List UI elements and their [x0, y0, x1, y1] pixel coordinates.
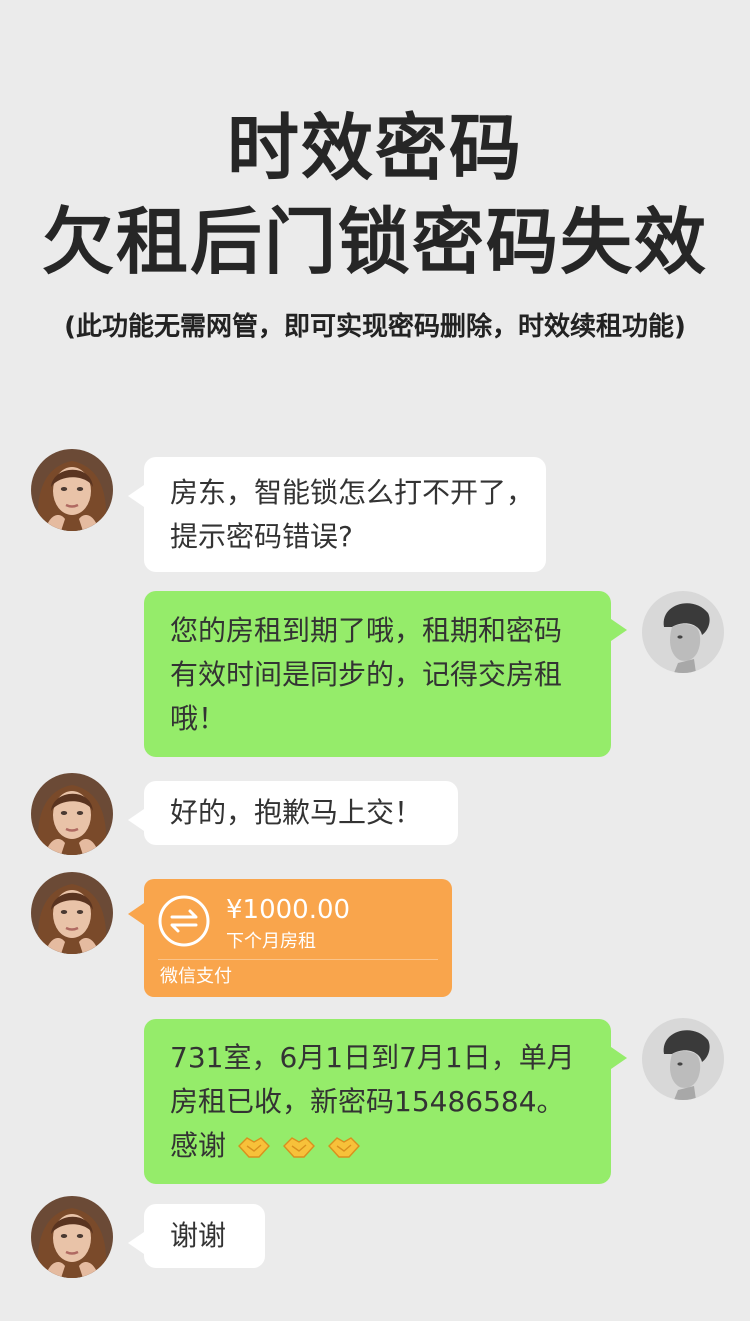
landlord-avatar[interactable]: [642, 1018, 724, 1100]
payment-brand: 微信支付: [160, 966, 232, 987]
message-line: 谢谢: [170, 1219, 227, 1252]
message-line: 房东，智能锁怎么打不开了，: [170, 476, 535, 509]
handshake-icon: [282, 1134, 316, 1160]
headline-line-2: 欠租后门锁密码失效: [41, 200, 708, 284]
message-bubble-1[interactable]: 房东，智能锁怎么打不开了， 提示密码错误?: [128, 457, 546, 572]
tenant-avatar[interactable]: [31, 449, 113, 531]
message-bubble-2[interactable]: 您的房租到期了哦，租期和密码 有效时间是同步的，记得交房租 哦！: [144, 591, 627, 757]
tenant-avatar[interactable]: [31, 1196, 113, 1278]
handshake-icon: [327, 1134, 361, 1160]
transfer-icon: [158, 895, 210, 947]
message-line: 房租已收，新密码15486584。: [170, 1085, 565, 1118]
tenant-avatar[interactable]: [31, 872, 113, 954]
message-line: 您的房租到期了哦，租期和密码: [170, 614, 563, 647]
message-line: 有效时间是同步的，记得交房租: [170, 658, 563, 691]
message-line: 感谢: [170, 1124, 611, 1168]
message-line: 提示密码错误?: [170, 520, 353, 553]
payment-card[interactable]: ¥1000.00 下个月房租 微信支付: [128, 879, 452, 997]
message-bubble-5[interactable]: 731室，6月1日到7月1日，单月 房租已收，新密码15486584。 感谢: [144, 1019, 627, 1184]
headline-line-1: 时效密码: [226, 106, 523, 190]
message-line: 731室，6月1日到7月1日，单月: [170, 1041, 575, 1074]
message-line: 好的，抱歉马上交！: [170, 796, 423, 829]
handshake-icon: [237, 1134, 271, 1160]
subtitle: (此功能无需网管，即可实现密码删除，时效续租功能): [64, 312, 686, 342]
landlord-avatar[interactable]: [642, 591, 724, 673]
divider: [158, 959, 438, 960]
payment-note: 下个月房租: [226, 931, 316, 952]
message-text: 感谢: [170, 1129, 227, 1162]
message-bubble-3[interactable]: 好的，抱歉马上交！: [128, 781, 458, 845]
message-bubble-6[interactable]: 谢谢: [128, 1204, 265, 1268]
tenant-avatar[interactable]: [31, 773, 113, 855]
message-line: 哦！: [170, 702, 227, 735]
payment-amount: ¥1000.00: [226, 895, 351, 925]
